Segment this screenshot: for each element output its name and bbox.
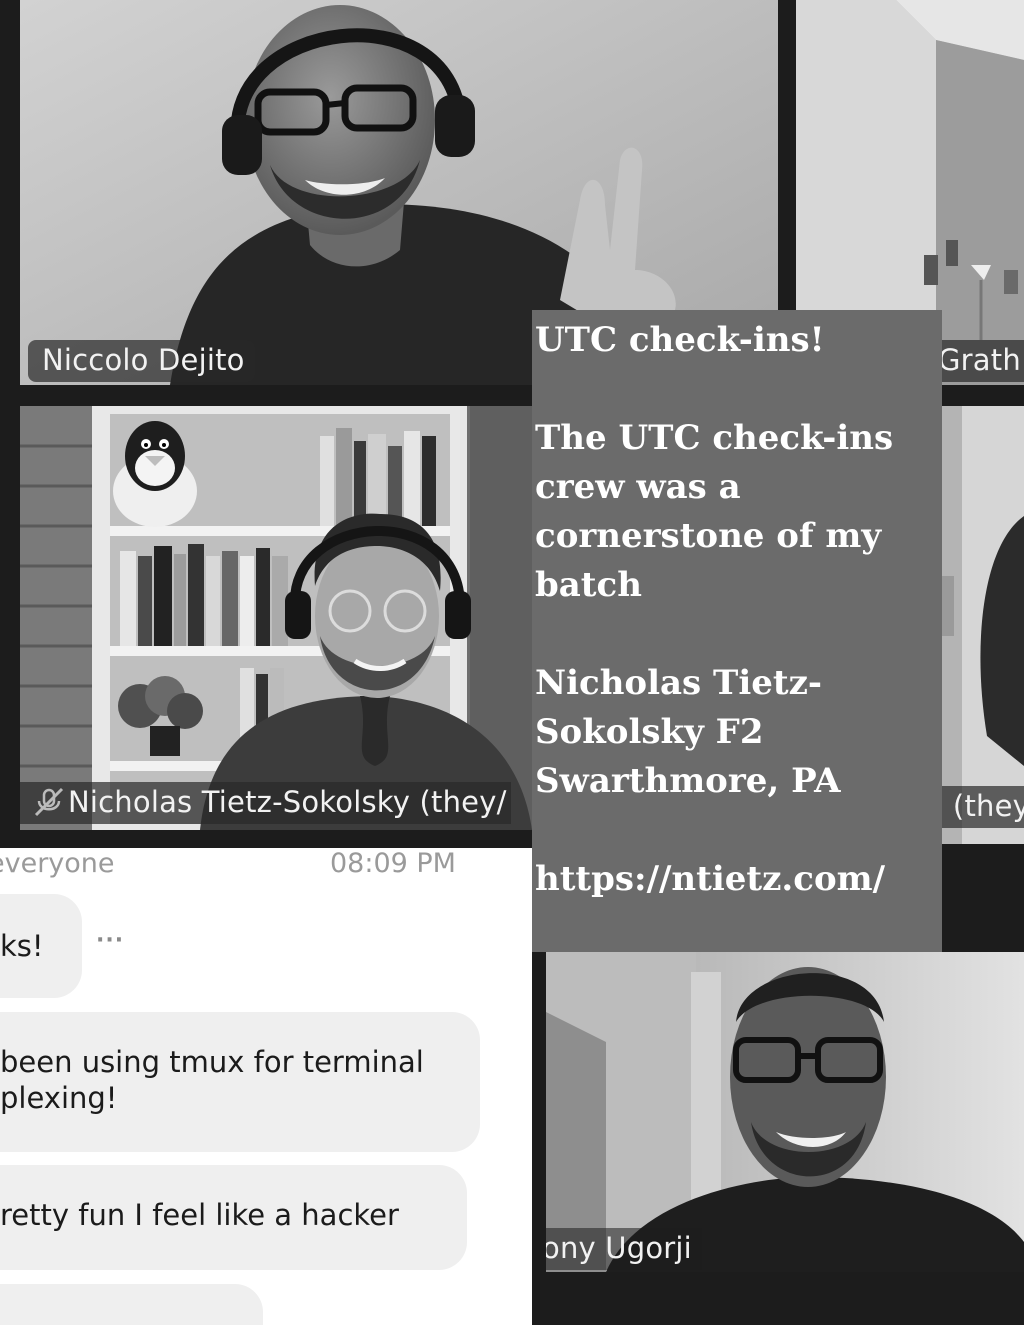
chat-panel: everyone 08:09 PM ks! ··· been using tmu… [0, 848, 532, 1325]
website-link[interactable]: https://ntietz.com/ [535, 855, 942, 904]
chat-header: everyone 08:09 PM [0, 848, 532, 884]
overlay-title: UTC check-ins! [535, 320, 825, 360]
author-line: Sokolsky F2 [535, 712, 764, 752]
participant-name: Niccolo Dejito [28, 340, 255, 382]
chat-recipient[interactable]: everyone [0, 848, 115, 879]
author-line: Swarthmore, PA [535, 761, 841, 801]
participant-name: ony Ugorji [546, 1228, 702, 1270]
participant-name-text: Nicholas Tietz-Sokolsky (they/ [68, 785, 507, 819]
chat-message [0, 1284, 263, 1325]
quote-line: The UTC check-ins [535, 418, 894, 458]
chat-timestamp: 08:09 PM [330, 848, 456, 879]
quote-overlay: UTC check-ins! The UTC check-ins crew wa… [532, 310, 942, 952]
quote-line: batch [535, 565, 642, 605]
mic-muted-icon [32, 787, 68, 817]
video-tile-nicholas[interactable]: Nicholas Tietz-Sokolsky (they/ [20, 406, 532, 830]
participant-name: Grath [934, 340, 1024, 382]
participant-name: ) (they [942, 786, 1024, 828]
video-feed [546, 952, 1024, 1272]
quote-line: cornerstone of my [535, 516, 882, 556]
participant-name: Nicholas Tietz-Sokolsky (they/ [20, 782, 511, 824]
video-call-screen: Niccolo Dejito Grath Nicholas Tietz-Soko… [0, 0, 1024, 1325]
chat-message: ks! [0, 894, 82, 998]
chat-message: retty fun I feel like a hacker [0, 1165, 467, 1270]
message-more-icon[interactable]: ··· [96, 928, 124, 953]
quote-line: crew was a [535, 467, 741, 507]
video-tile-right-middle[interactable]: ) (they [942, 406, 1024, 844]
video-feed [942, 406, 1024, 844]
author-line: Nicholas Tietz- [535, 663, 822, 703]
chat-message: been using tmux for terminal plexing! [0, 1012, 480, 1152]
video-feed [20, 406, 532, 830]
video-tile-ugorji[interactable]: ony Ugorji [546, 952, 1024, 1272]
